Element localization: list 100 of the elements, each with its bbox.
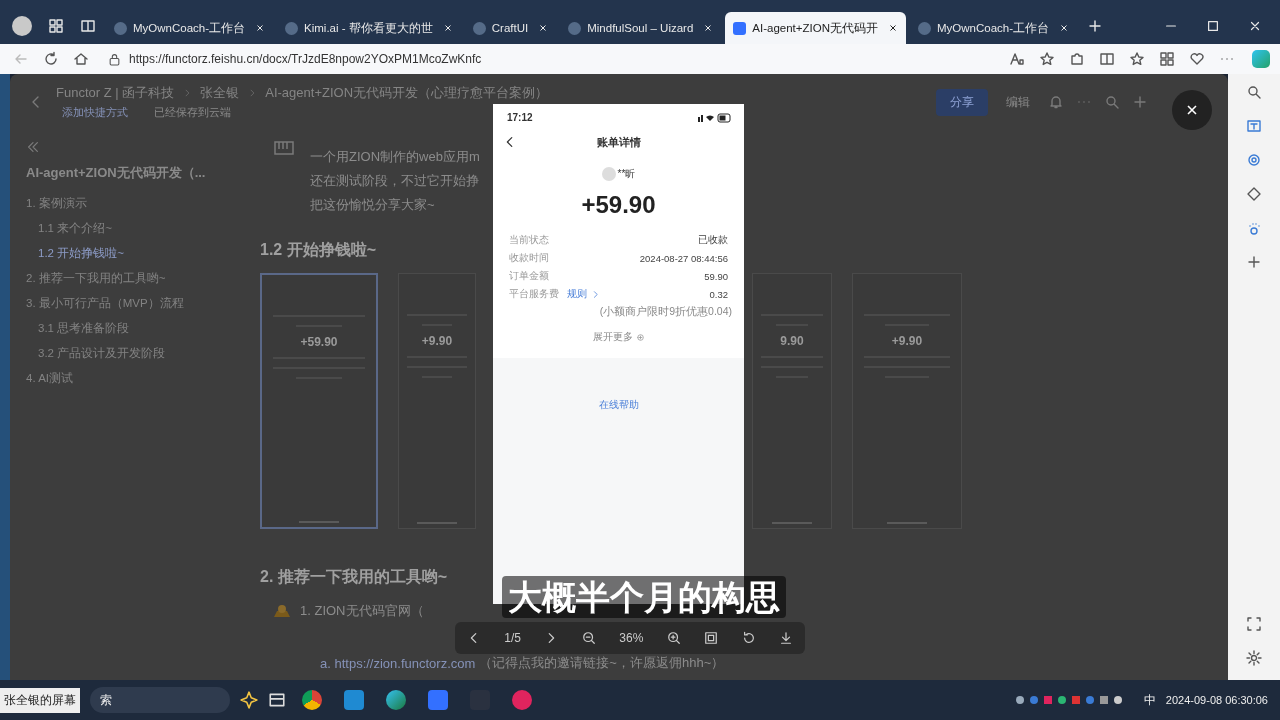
edit-button[interactable]: 编辑: [1000, 92, 1036, 112]
screen-title: 账单详情: [596, 134, 641, 150]
favorites-icon[interactable]: [1129, 51, 1145, 67]
translate-icon[interactable]: [1246, 118, 1262, 134]
copilot-icon[interactable]: [1252, 50, 1270, 68]
browser-tab[interactable]: Kimi.ai - 帮你看更大的世: [277, 12, 461, 44]
outline-item[interactable]: 1. 案例演示: [26, 192, 260, 217]
breadcrumb-link[interactable]: 张全银: [200, 84, 240, 102]
outline-item[interactable]: 4. AI测试: [26, 367, 260, 392]
row-value: 已收款: [698, 233, 728, 247]
paw-icon[interactable]: [1246, 220, 1262, 236]
input-method-indicator[interactable]: 中: [1143, 691, 1156, 709]
link-note: （记得点我的邀请链接~，许愿返佣hhh~）: [479, 654, 725, 672]
fit-icon[interactable]: [704, 631, 719, 645]
payer-name: **昕: [617, 167, 636, 181]
status-time: 17:12: [507, 112, 533, 123]
outline-item[interactable]: 3.2 产品设计及开发阶段: [26, 342, 260, 367]
record-icon[interactable]: [512, 690, 532, 710]
rotate-icon[interactable]: [741, 631, 756, 645]
save-status: 已经保存到云端: [154, 105, 231, 120]
screenshot-icon[interactable]: [1246, 616, 1262, 632]
plus-icon[interactable]: [1246, 254, 1262, 270]
screen-label: 张全银的屏幕: [0, 687, 80, 713]
browser-tab[interactable]: MindfulSoul – Uizard: [560, 12, 722, 44]
close-icon[interactable]: [888, 23, 898, 33]
heart-icon[interactable]: [1189, 51, 1205, 67]
search-field[interactable]: 索: [90, 687, 230, 713]
collections-icon[interactable]: [1159, 51, 1175, 67]
list-item: 1. ZION无代码官网（: [300, 602, 424, 620]
outline-item[interactable]: 3. 最小可行产品（MVP）流程: [26, 292, 260, 317]
row-value: 2024-08-27 08:44:56: [639, 252, 728, 264]
share-button[interactable]: 分享: [936, 88, 988, 116]
row-label: 订单金额: [509, 269, 549, 283]
profile-icon[interactable]: [12, 16, 32, 36]
browser-tab[interactable]: CraftUI: [464, 12, 557, 44]
rules-link[interactable]: 规则: [567, 287, 587, 301]
zoom-level: 36%: [619, 631, 644, 645]
workspaces-icon[interactable]: [48, 18, 64, 34]
browser-tab[interactable]: AI-agent+ZION无代码开: [725, 12, 906, 44]
screenshot-thumbnail[interactable]: +9.90: [852, 273, 962, 529]
close-icon[interactable]: [442, 23, 453, 33]
close-button[interactable]: [1172, 90, 1212, 130]
search-icon[interactable]: [1246, 84, 1262, 100]
screenshot-thumbnail[interactable]: +9.90: [398, 273, 476, 529]
new-tab-icon[interactable]: [1087, 18, 1104, 34]
page-counter: 1/5: [504, 631, 521, 645]
section-heading: 1.2 开始挣钱啦~: [260, 240, 377, 260]
expand-more-link[interactable]: 展开更多: [592, 331, 633, 344]
close-icon[interactable]: [255, 23, 266, 33]
breadcrumb-link[interactable]: Functor Z | 函子科技: [56, 84, 175, 102]
paragraph: 还在测试阶段，不过它开始挣: [310, 172, 480, 190]
link[interactable]: a. https://zion.functorz.com: [320, 655, 476, 671]
outline-item[interactable]: 1.1 来个介绍~: [26, 217, 260, 242]
zoom-in-icon[interactable]: [666, 631, 681, 645]
home-icon[interactable]: [73, 51, 89, 67]
amount: +59.90: [580, 191, 657, 219]
collapse-icon[interactable]: [26, 140, 40, 154]
outline-title[interactable]: AI-agent+ZION无代码开发（...: [26, 164, 260, 182]
settings-icon[interactable]: [1246, 650, 1262, 666]
diamond-icon[interactable]: [1246, 186, 1262, 202]
close-icon[interactable]: [1248, 19, 1262, 33]
row-value: 59.90: [704, 270, 728, 282]
task-view-icon[interactable]: [268, 691, 286, 709]
lock-icon: [108, 52, 121, 66]
section-heading: 2. 推荐一下我用的工具哟~: [260, 567, 448, 587]
clock: 2024-09-08 06:30:06: [1165, 694, 1268, 706]
ring-icon[interactable]: [1246, 152, 1262, 168]
close-icon[interactable]: [703, 23, 714, 33]
bell-icon[interactable]: [1048, 94, 1064, 110]
screenshot-thumbnail[interactable]: 9.90: [752, 273, 832, 529]
row-label: 平台服务费: [509, 287, 559, 301]
row-label: 收款时间: [509, 251, 549, 265]
maximize-icon[interactable]: [1206, 19, 1220, 33]
avatar: [601, 167, 616, 181]
hat-icon: [272, 603, 292, 619]
shortcut-link[interactable]: 添加快捷方式: [62, 105, 128, 120]
star-icon[interactable]: [1039, 51, 1055, 67]
extensions-icon[interactable]: [1069, 51, 1085, 67]
split-screen-icon[interactable]: [1099, 51, 1115, 67]
paragraph: 把这份愉悦分享大家~: [310, 196, 436, 214]
tab-actions-icon[interactable]: [80, 18, 96, 34]
browser-tab[interactable]: MyOwnCoach-工作台: [106, 12, 274, 44]
download-icon[interactable]: [779, 631, 794, 645]
status-icons-drawing: [698, 112, 732, 123]
reload-icon[interactable]: [43, 51, 59, 67]
screenshot-thumbnail[interactable]: +59.90: [260, 273, 378, 529]
discount-note: (小额商户限时9折优惠0.04): [599, 305, 732, 319]
breadcrumb-link[interactable]: AI-agent+ZION无代码开发（心理疗愈平台案例）: [265, 84, 549, 102]
outline-item[interactable]: 1.2 开始挣钱啦~: [26, 242, 260, 267]
browser-tab[interactable]: MyOwnCoach-工作台: [910, 12, 1078, 44]
zoom-out-icon[interactable]: [581, 631, 596, 645]
outline-item[interactable]: 3.1 思考准备阶段: [26, 317, 260, 342]
row-value: 0.32: [709, 288, 728, 300]
piano-icon: [274, 140, 294, 156]
close-icon[interactable]: [538, 23, 549, 33]
row-label: 当前状态: [509, 233, 549, 247]
close-icon[interactable]: [1059, 23, 1070, 33]
help-link[interactable]: 在线帮助: [598, 398, 639, 412]
read-aloud-icon[interactable]: [1009, 51, 1025, 67]
sparkle-icon[interactable]: [240, 691, 258, 709]
